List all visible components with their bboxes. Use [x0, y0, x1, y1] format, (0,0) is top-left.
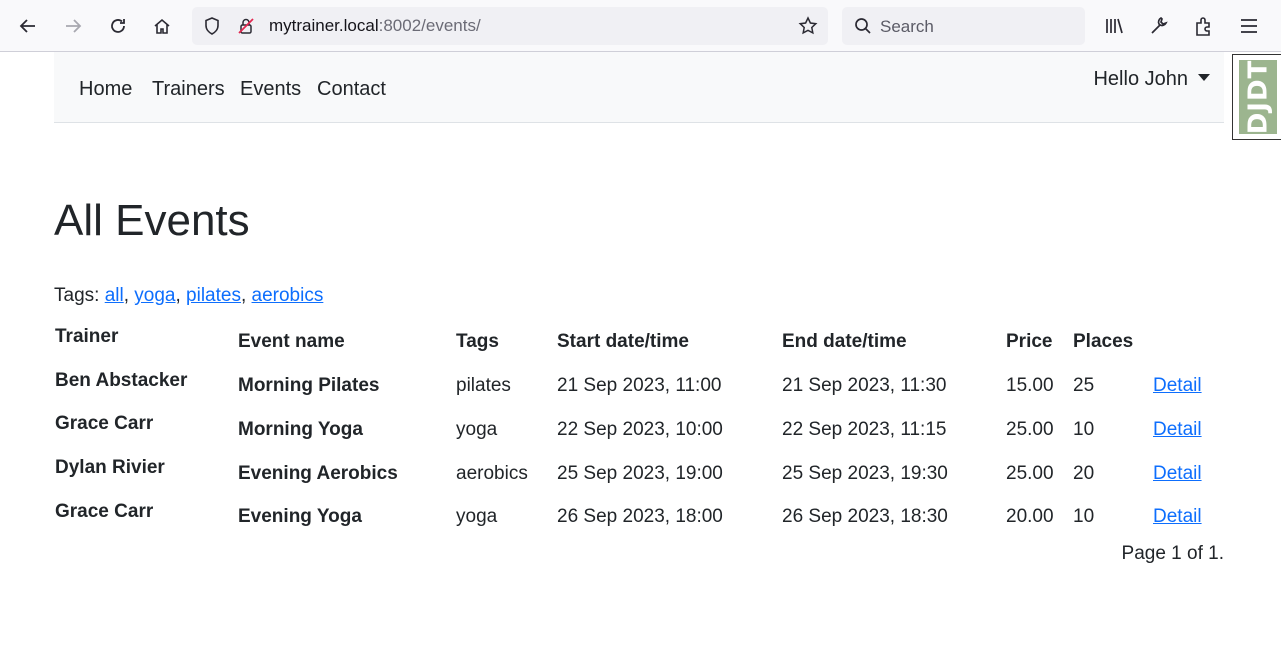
cell-places: 20 [1073, 463, 1095, 484]
insecure-lock-icon[interactable] [236, 16, 256, 36]
header-price: Price [1006, 331, 1053, 352]
cell-event: Evening Yoga [238, 506, 362, 527]
tag-link-yoga[interactable]: yoga [134, 285, 175, 306]
detail-link[interactable]: Detail [1153, 506, 1202, 528]
cell-trainer: Ben Abstacker [55, 370, 188, 391]
header-start: Start date/time [557, 331, 689, 352]
url-path: :8002/events/ [378, 16, 481, 35]
cell-event: Morning Pilates [238, 375, 380, 396]
detail-link[interactable]: Detail [1153, 419, 1202, 441]
djdt-label: DJDT [1243, 59, 1274, 135]
nav-link-contact[interactable]: Contact [317, 78, 386, 101]
search-icon [855, 18, 871, 34]
address-bar[interactable]: mytrainer.local:8002/events/ [192, 7, 828, 45]
tag-link-all[interactable]: all [105, 285, 124, 306]
page-title: All Events [54, 196, 250, 245]
cell-tags: yoga [456, 419, 498, 440]
browser-search-field[interactable]: Search [842, 7, 1085, 45]
bookmark-star-icon[interactable] [798, 16, 818, 36]
cell-end: 25 Sep 2023, 19:30 [782, 463, 948, 484]
browser-toolbar: mytrainer.local:8002/events/ Search [0, 0, 1281, 52]
cell-start: 25 Sep 2023, 19:00 [557, 463, 723, 484]
cell-start: 21 Sep 2023, 11:00 [557, 375, 722, 396]
header-end: End date/time [782, 331, 907, 352]
search-placeholder: Search [880, 17, 934, 36]
shield-icon[interactable] [202, 16, 222, 36]
cell-places: 10 [1073, 419, 1095, 440]
caret-down-icon [1198, 74, 1210, 81]
cell-end: 21 Sep 2023, 11:30 [782, 375, 947, 396]
cell-event: Evening Aerobics [238, 463, 398, 484]
cell-places: 25 [1073, 375, 1095, 396]
hamburger-menu-icon[interactable] [1237, 14, 1261, 38]
library-icon[interactable] [1102, 14, 1126, 38]
forward-arrow-icon [66, 19, 82, 33]
home-icon [154, 18, 170, 34]
header-places: Places [1073, 331, 1134, 352]
back-button[interactable] [12, 10, 44, 42]
wrench-icon[interactable] [1147, 14, 1171, 38]
tag-link-aerobics[interactable]: aerobics [252, 285, 324, 306]
header-tags: Tags [456, 331, 499, 352]
cell-price: 25.00 [1006, 419, 1054, 440]
header-event-name: Event name [238, 331, 345, 352]
cell-trainer: Dylan Rivier [55, 457, 165, 478]
cell-end: 22 Sep 2023, 11:15 [782, 419, 947, 440]
cell-tags: yoga [456, 506, 498, 527]
nav-link-home[interactable]: Home [79, 78, 132, 101]
site-navbar: Home Trainers Events Contact Hello John [54, 52, 1224, 123]
detail-link[interactable]: Detail [1153, 463, 1202, 485]
cell-price: 20.00 [1006, 506, 1054, 527]
reload-icon [111, 19, 125, 33]
cell-tags: aerobics [456, 463, 528, 484]
debug-toolbar-handle[interactable]: DJDT [1232, 54, 1281, 140]
user-greeting: Hello John [1093, 68, 1188, 90]
cell-places: 10 [1073, 506, 1095, 527]
cell-price: 15.00 [1006, 375, 1054, 396]
cell-event: Morning Yoga [238, 419, 363, 440]
tags-label: Tags: [54, 285, 100, 306]
nav-link-trainers[interactable]: Trainers [152, 78, 225, 101]
djdt-logo: DJDT [1239, 60, 1277, 134]
extensions-icon[interactable] [1192, 14, 1216, 38]
url-text[interactable]: mytrainer.local:8002/events/ [269, 16, 481, 36]
home-button[interactable] [146, 10, 178, 42]
user-dropdown[interactable]: Hello John [1093, 68, 1210, 91]
cell-price: 25.00 [1006, 463, 1054, 484]
cell-trainer: Grace Carr [55, 413, 154, 434]
cell-trainer: Grace Carr [55, 501, 154, 522]
detail-link[interactable]: Detail [1153, 375, 1202, 397]
cell-end: 26 Sep 2023, 18:30 [782, 506, 948, 527]
cell-start: 22 Sep 2023, 10:00 [557, 419, 723, 440]
tag-link-pilates[interactable]: pilates [186, 285, 241, 306]
forward-button[interactable] [57, 10, 89, 42]
cell-start: 26 Sep 2023, 18:00 [557, 506, 723, 527]
back-arrow-icon [19, 19, 35, 33]
pagination-text: Page 1 of 1. [1121, 543, 1224, 564]
cell-tags: pilates [456, 375, 511, 396]
reload-button[interactable] [102, 10, 134, 42]
header-trainer: Trainer [55, 326, 119, 347]
url-host: mytrainer.local [269, 16, 379, 35]
nav-link-events[interactable]: Events [240, 78, 301, 101]
tag-filter: Tags: all, yoga, pilates, aerobics [54, 285, 324, 306]
